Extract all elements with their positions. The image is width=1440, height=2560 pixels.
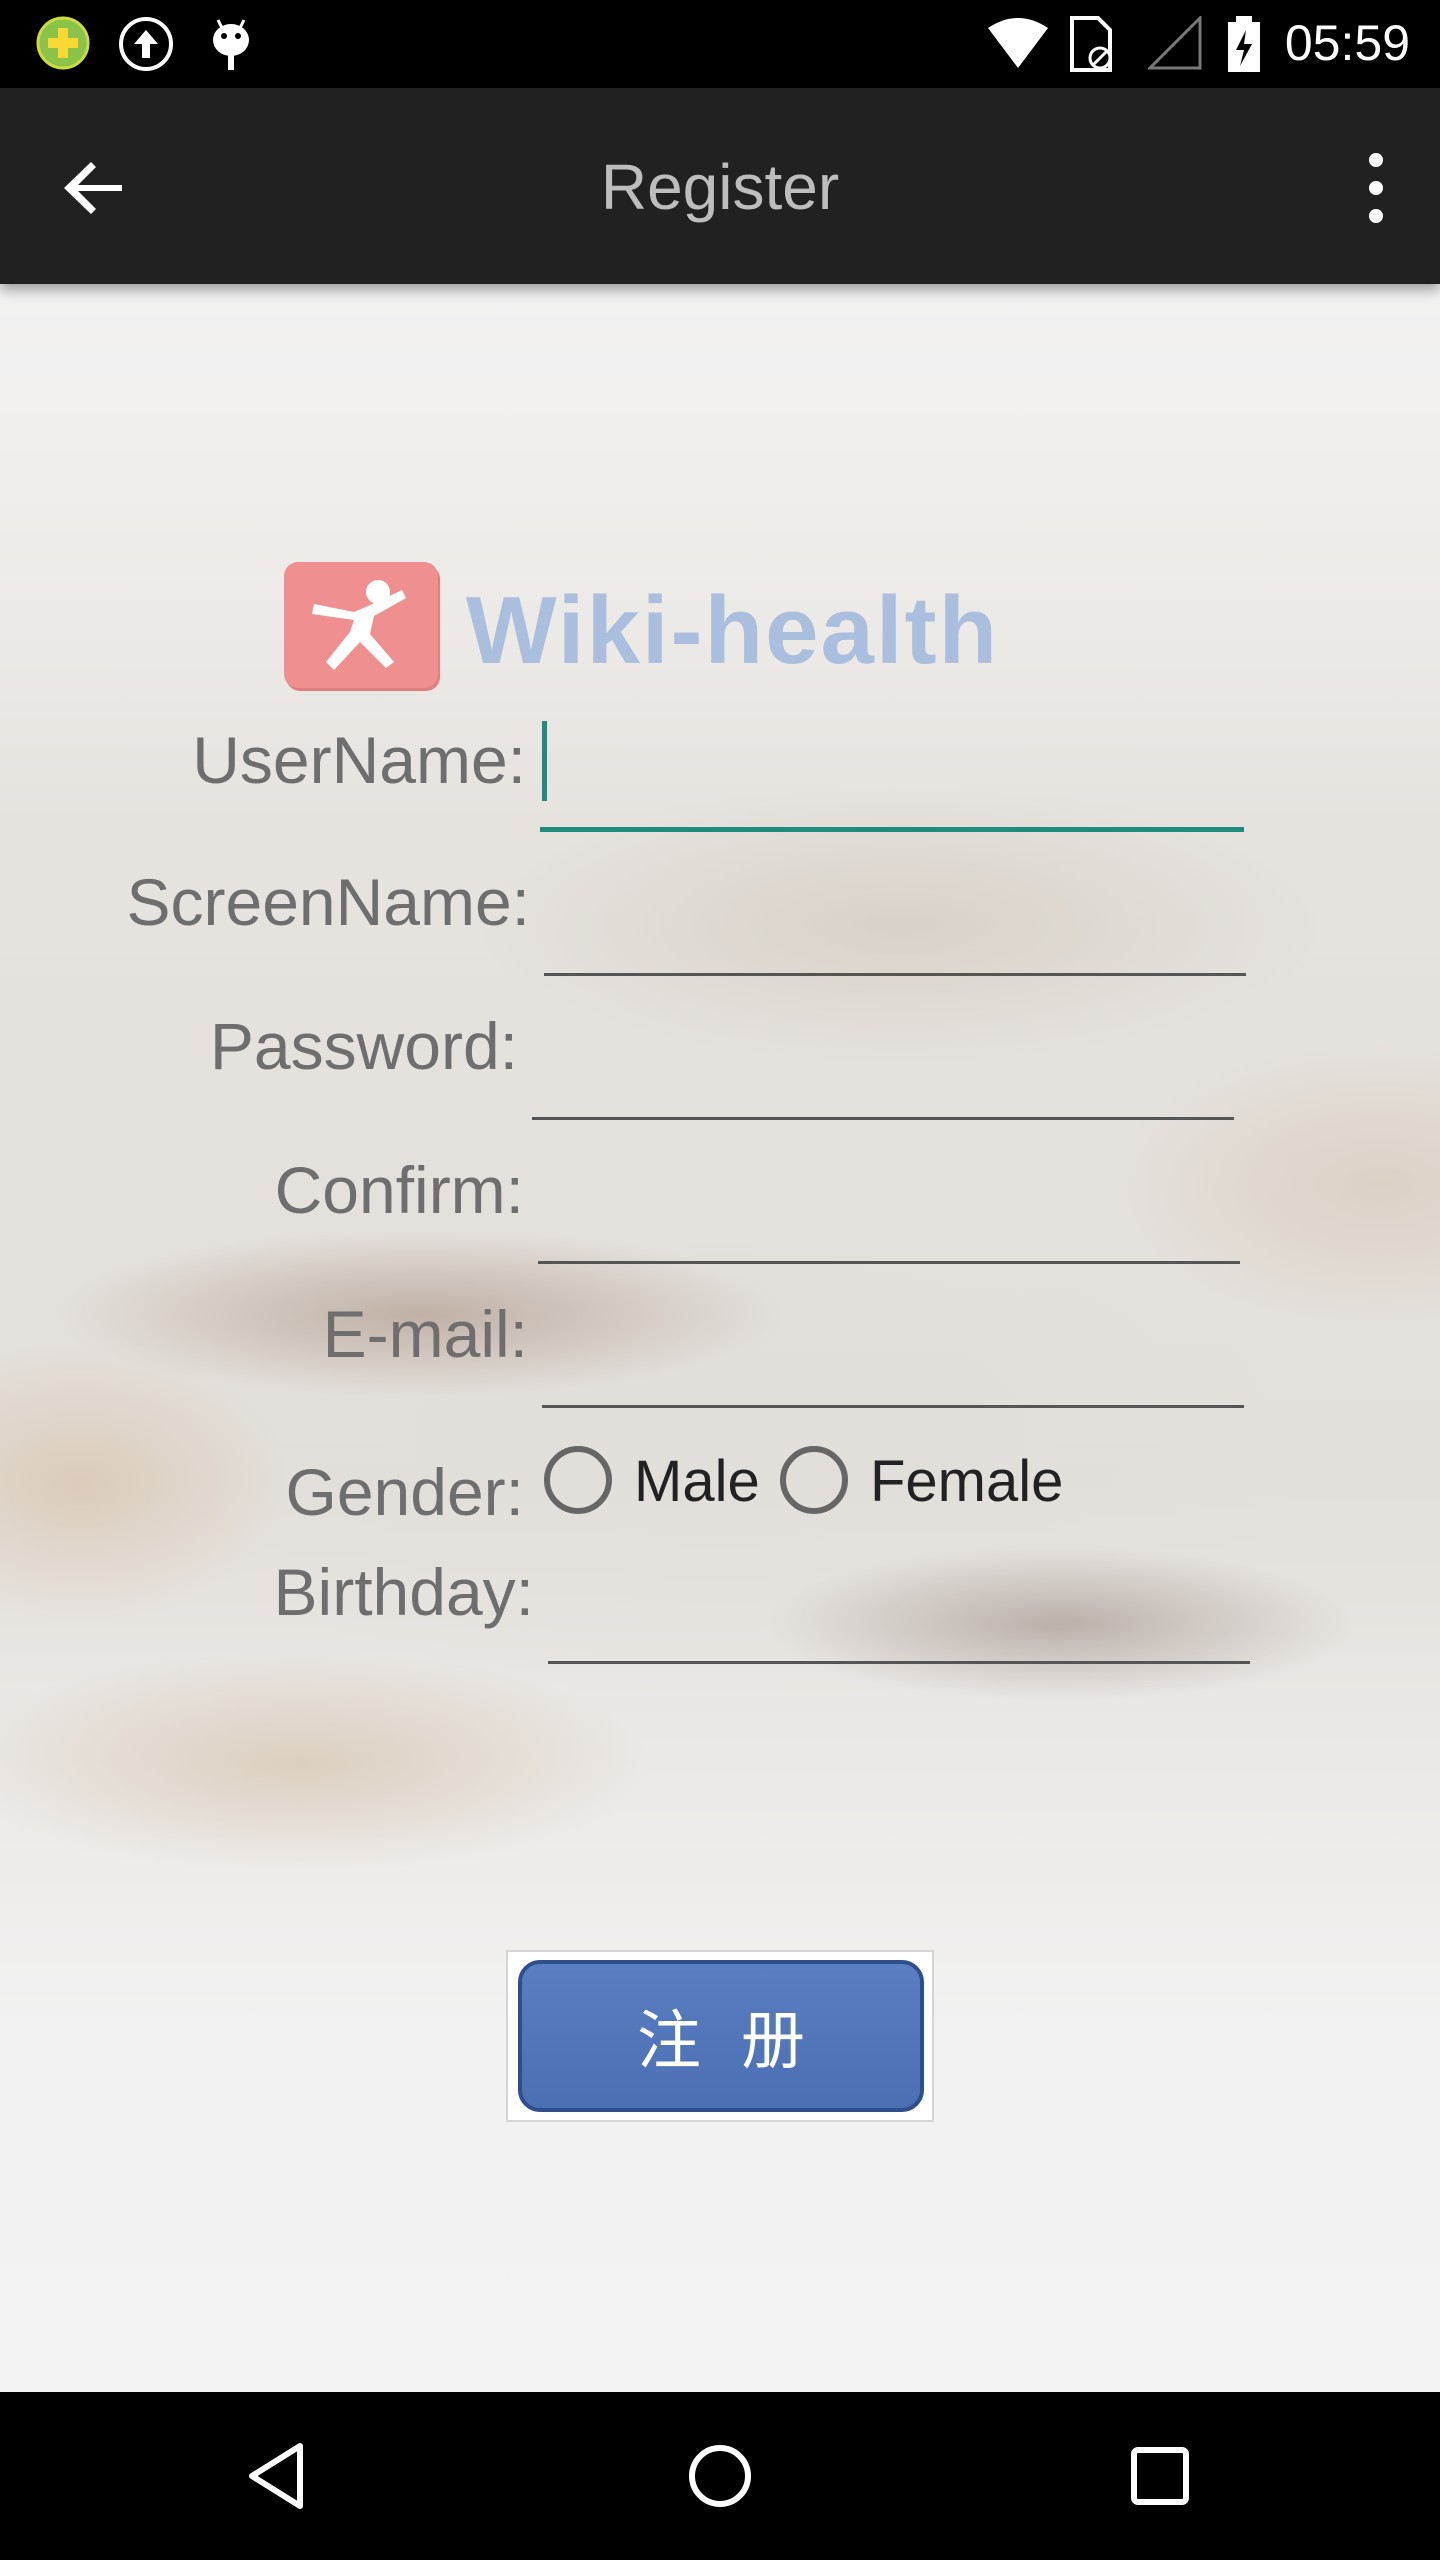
gender-female-label[interactable]: Female [870,1448,1063,1515]
password-field [532,1021,1234,1120]
username-label: UserName: [192,723,526,797]
status-bar: 05:59 [0,0,1440,88]
wifi-icon [988,18,1048,68]
register-button[interactable]: 注册 [518,1960,924,2112]
confirm-input[interactable] [538,1165,1240,1255]
android-icon [213,19,249,70]
gender-female-radio[interactable] [780,1446,848,1514]
gender-male-label[interactable]: Male [634,1448,760,1515]
screenname-label: ScreenName: [126,865,530,939]
battery-charging-icon [1228,16,1260,72]
email-label: E-mail: [322,1297,528,1371]
navigation-bar [0,2392,1440,2560]
nav-recents-icon[interactable] [1120,2436,1200,2516]
confirm-label: Confirm: [274,1153,524,1227]
page-title: Register [600,151,840,223]
gender-label: Gender: [285,1455,524,1529]
status-time: 05:59 [1284,15,1410,71]
green-plus-icon [36,16,90,70]
signal-icon [1148,16,1202,70]
birthday-label: Birthday: [273,1555,534,1629]
logo-text: Wiki-health [466,577,1000,684]
more-vert-icon [1369,153,1383,223]
username-input[interactable] [540,731,1244,821]
birthday-field [548,1565,1250,1664]
register-form-area: Wiki-health UserName: ScreenName: Passwo… [0,284,1440,2392]
confirm-field [538,1165,1240,1264]
nav-home-icon[interactable] [680,2436,760,2516]
app-bar: Register [0,88,1440,284]
screenname-field [544,877,1246,976]
username-field [540,721,1244,832]
email-field [542,1309,1244,1408]
screenname-input[interactable] [544,877,1246,967]
more-options-button[interactable] [1320,148,1400,228]
birthday-input[interactable] [548,1565,1250,1655]
nav-back-icon[interactable] [240,2436,320,2516]
password-label: Password: [209,1009,518,1083]
upload-icon [119,17,173,71]
sim-icon [1070,16,1112,72]
logo-mark [284,562,438,688]
register-button-frame: 注册 [506,1950,934,2122]
password-input[interactable] [532,1021,1234,1111]
email-input[interactable] [542,1309,1244,1399]
running-figure-icon [312,580,406,670]
gender-male-radio[interactable] [544,1446,612,1514]
